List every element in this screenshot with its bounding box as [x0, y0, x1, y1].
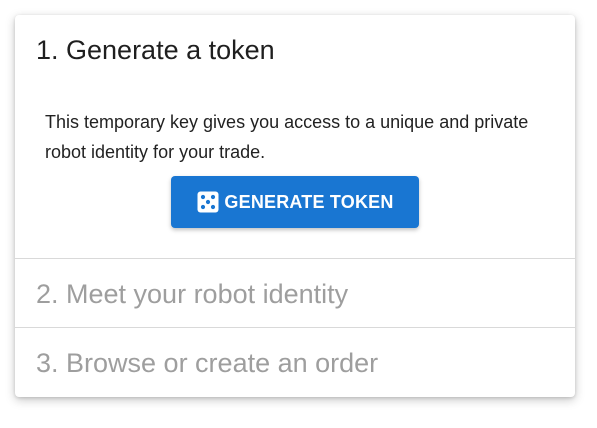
- generate-token-button[interactable]: GENERATE TOKEN: [171, 176, 419, 228]
- generate-token-label: GENERATE TOKEN: [224, 191, 394, 212]
- step-meet-robot[interactable]: 2. Meet your robot identity: [15, 258, 575, 328]
- step-1-description: This temporary key gives you access to a…: [45, 112, 529, 162]
- step-1-title[interactable]: 1. Generate a token: [36, 33, 275, 67]
- step-2-title[interactable]: 2. Meet your robot identity: [36, 277, 348, 311]
- stepper-card: 1. Generate a token This temporary key g…: [15, 15, 575, 397]
- dice-icon: [196, 190, 220, 214]
- step-3-title[interactable]: 3. Browse or create an order: [36, 346, 378, 380]
- step-generate-token: 1. Generate a token This temporary key g…: [15, 15, 575, 258]
- step-browse-order[interactable]: 3. Browse or create an order: [15, 327, 575, 397]
